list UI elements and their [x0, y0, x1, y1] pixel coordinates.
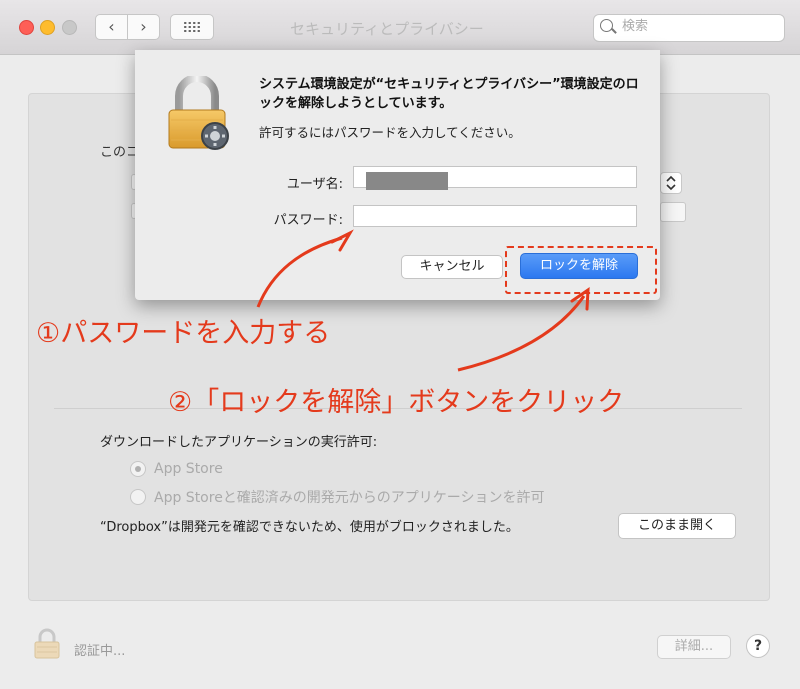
annotation-step2: ②「ロックを解除」ボタンをクリック — [168, 387, 625, 418]
arrow-to-password — [256, 236, 343, 308]
annotation-step1: ①パスワードを入力する — [36, 318, 331, 349]
arrow-head-password — [330, 229, 354, 252]
arrow-to-unlock — [457, 295, 586, 372]
preferences-window: ‹ › セキュリティとプライバシー このコ ダウンロードしたアプリケーションの実… — [0, 0, 800, 689]
